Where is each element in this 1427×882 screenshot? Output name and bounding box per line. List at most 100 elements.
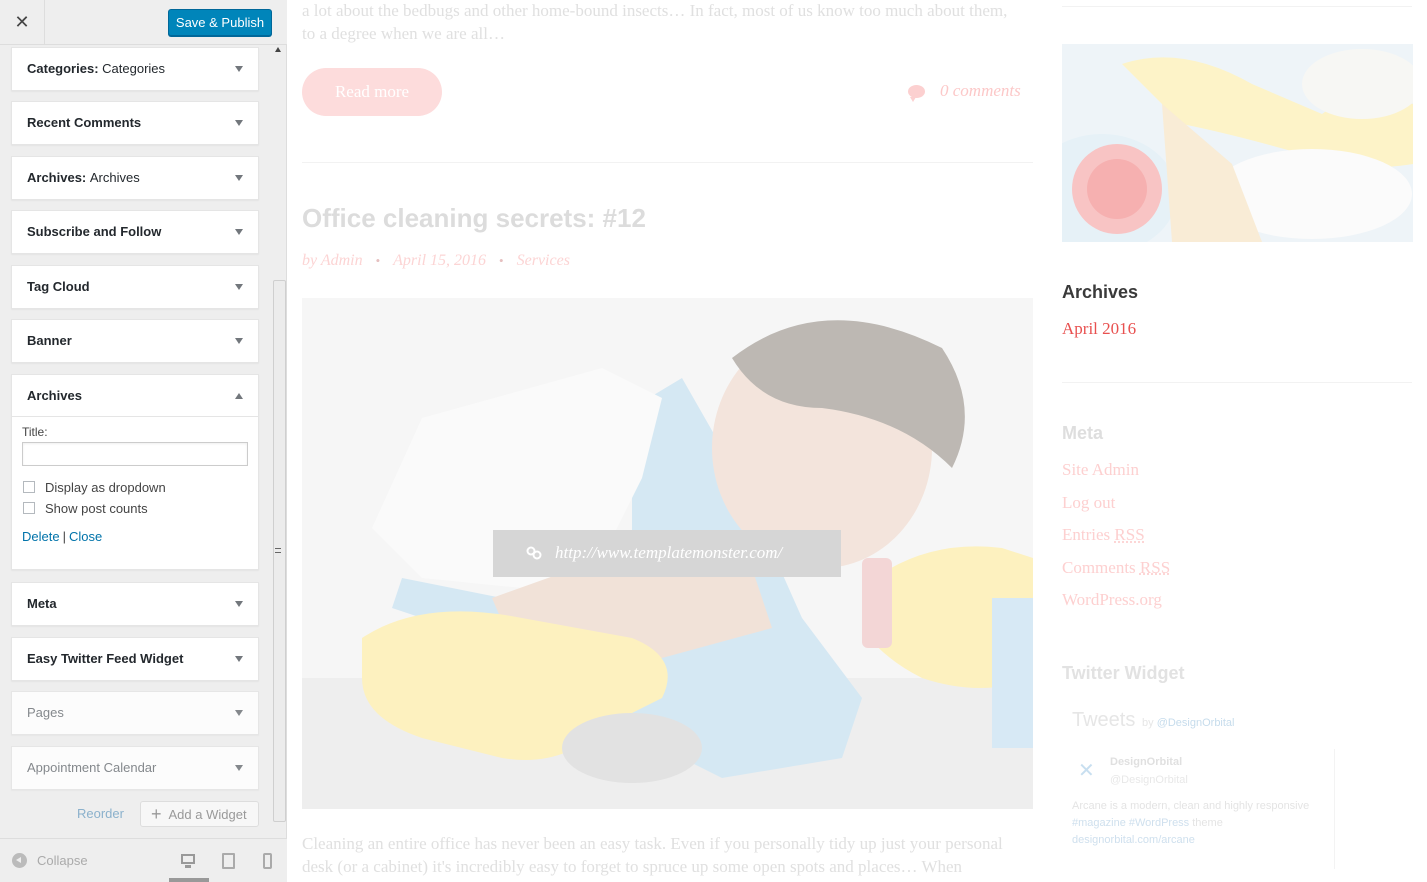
title-input[interactable]	[22, 442, 248, 466]
expand-arrow-icon[interactable]	[235, 338, 243, 344]
collapse-arrow-icon	[12, 853, 27, 868]
add-widget-button[interactable]: + Add a Widget	[140, 801, 259, 827]
expand-arrow-icon[interactable]	[235, 175, 243, 181]
meta-separator: •	[375, 253, 381, 268]
widget-meta[interactable]: Meta	[11, 582, 259, 626]
widget-title: Tag Cloud	[27, 279, 90, 294]
collapse-arrow-icon[interactable]	[235, 393, 243, 399]
post-author[interactable]: by Admin	[302, 252, 363, 270]
save-publish-button[interactable]: Save & Publish	[168, 9, 272, 36]
expand-arrow-icon[interactable]	[235, 66, 243, 72]
expand-arrow-icon[interactable]	[235, 656, 243, 662]
reorder-link[interactable]: Reorder	[77, 806, 124, 821]
meta-links: Site Admin Log out Entries RSS Comments …	[1062, 460, 1170, 623]
widget-easy-twitter-feed[interactable]: Easy Twitter Feed Widget	[11, 637, 259, 681]
customizer-sidebar: ✕ Save & Publish Categories: Categories …	[0, 0, 287, 882]
post-category[interactable]: Services	[517, 252, 570, 270]
collapse-label: Collapse	[37, 853, 88, 868]
close-link[interactable]: Close	[69, 529, 102, 544]
image-url-overlay[interactable]: http://www.templatemonster.com/	[493, 530, 841, 577]
image-url-text: http://www.templatemonster.com/	[555, 543, 783, 562]
expand-arrow-icon[interactable]	[235, 284, 243, 290]
meta-heading: Meta	[1062, 423, 1104, 443]
widget-categories[interactable]: Categories: Categories	[11, 47, 259, 91]
link-icon	[526, 546, 542, 560]
meta-link-site-admin[interactable]: Site Admin	[1062, 460, 1170, 493]
scroll-up-arrow-icon[interactable]	[275, 47, 281, 52]
close-icon: ✕	[14, 12, 30, 33]
widget-archives-1[interactable]: Archives: Archives	[11, 156, 259, 200]
desktop-preview-icon[interactable]	[180, 853, 196, 869]
post-counts-checkbox[interactable]	[23, 502, 35, 514]
widget-tag-cloud[interactable]: Tag Cloud	[11, 265, 259, 309]
meta-link-log-out[interactable]: Log out	[1062, 493, 1170, 526]
widget-title: Easy Twitter Feed Widget	[27, 651, 184, 666]
widget-recent-comments[interactable]: Recent Comments	[11, 101, 259, 145]
sidebar-divider	[1062, 6, 1412, 7]
expand-arrow-icon[interactable]	[235, 601, 243, 607]
display-dropdown-checkbox[interactable]	[23, 481, 35, 493]
tweet-author-handle[interactable]: @DesignOrbital	[1110, 774, 1188, 786]
widget-appointment-calendar[interactable]: Appointment Calendar	[11, 746, 259, 790]
widget-archives-open: Archives Title: Display as dropdown Show…	[11, 374, 259, 570]
widget-pages[interactable]: Pages	[11, 691, 259, 735]
widget-subscribe-follow[interactable]: Subscribe and Follow	[11, 210, 259, 254]
sidebar-divider	[1062, 382, 1412, 383]
tweet-text: Arcane is a modern, clean and highly res…	[1072, 800, 1310, 846]
widget-title: Categories: Categories	[27, 61, 166, 76]
widget-actions: Delete | Close	[22, 529, 248, 544]
archives-heading: Archives	[1062, 282, 1139, 302]
post-title[interactable]: Office cleaning secrets: #12	[302, 203, 646, 234]
post-excerpt: Cleaning an entire office has never been…	[302, 834, 1003, 876]
tablet-preview-icon[interactable]	[221, 853, 237, 869]
archive-link-april-2016[interactable]: April 2016	[1062, 319, 1136, 339]
site-preview: a lot about the bedbugs and other home-b…	[288, 0, 1427, 882]
expand-arrow-icon[interactable]	[235, 229, 243, 235]
widget-header[interactable]: Archives	[12, 375, 258, 417]
comments-link[interactable]: 0 comments	[908, 81, 1021, 102]
post-date[interactable]: April 15, 2016	[393, 252, 486, 270]
twitter-feed: Tweets by @DesignOrbital ✕ DesignOrbital…	[1062, 704, 1362, 882]
meta-link-wordpress-org[interactable]: WordPress.org	[1062, 590, 1170, 623]
expand-arrow-icon[interactable]	[235, 765, 243, 771]
display-dropdown-label: Display as dropdown	[45, 479, 166, 495]
add-widget-label: Add a Widget	[168, 806, 247, 822]
widget-title: Appointment Calendar	[27, 760, 157, 775]
tweet-scrollbar[interactable]	[1334, 749, 1342, 869]
meta-link-entries-rss[interactable]: Entries RSS	[1062, 525, 1170, 558]
comments-count: 0 comments	[940, 81, 1021, 100]
widget-banner[interactable]: Banner	[11, 319, 259, 363]
widget-title: Archives	[27, 388, 82, 403]
close-customizer-button[interactable]: ✕	[0, 0, 45, 45]
mobile-preview-icon[interactable]	[261, 853, 277, 869]
widget-title: Subscribe and Follow	[27, 224, 162, 239]
widget-title: Recent Comments	[27, 115, 142, 130]
delete-link[interactable]: Delete	[22, 529, 60, 544]
widget-title: Pages	[27, 705, 64, 720]
tweets-handle-link[interactable]: @DesignOrbital	[1157, 717, 1235, 729]
tweets-title: Tweets	[1072, 709, 1136, 731]
widget-form: Title: Display as dropdown Show post cou…	[22, 425, 248, 544]
expand-arrow-icon[interactable]	[235, 710, 243, 716]
tweets-by: by @DesignOrbital	[1142, 717, 1235, 729]
customizer-footer: Collapse	[0, 838, 287, 882]
widget-title: Meta	[27, 596, 57, 611]
tweet-link[interactable]: designorbital.com/arcane	[1072, 834, 1195, 846]
collapse-button[interactable]: Collapse	[12, 853, 88, 868]
tweet-author-name[interactable]: DesignOrbital	[1110, 756, 1182, 768]
separator: |	[62, 529, 66, 544]
widget-title: Banner	[27, 333, 72, 348]
title-label: Title:	[22, 425, 48, 439]
read-more-button[interactable]: Read more	[302, 68, 442, 116]
meta-separator: •	[499, 253, 504, 268]
customizer-header: ✕ Save & Publish	[0, 0, 287, 45]
banner-image[interactable]	[1062, 44, 1413, 242]
plus-icon: +	[151, 804, 162, 824]
post-excerpt: a lot about the bedbugs and other home-b…	[302, 1, 1008, 43]
meta-link-comments-rss[interactable]: Comments RSS	[1062, 558, 1170, 591]
designorbital-logo-icon: ✕	[1078, 760, 1095, 782]
post-divider	[302, 162, 1033, 163]
expand-arrow-icon[interactable]	[235, 120, 243, 126]
post-meta: by Admin • April 15, 2016 • Services	[302, 252, 570, 270]
dropdown-option: Display as dropdown	[22, 479, 248, 495]
